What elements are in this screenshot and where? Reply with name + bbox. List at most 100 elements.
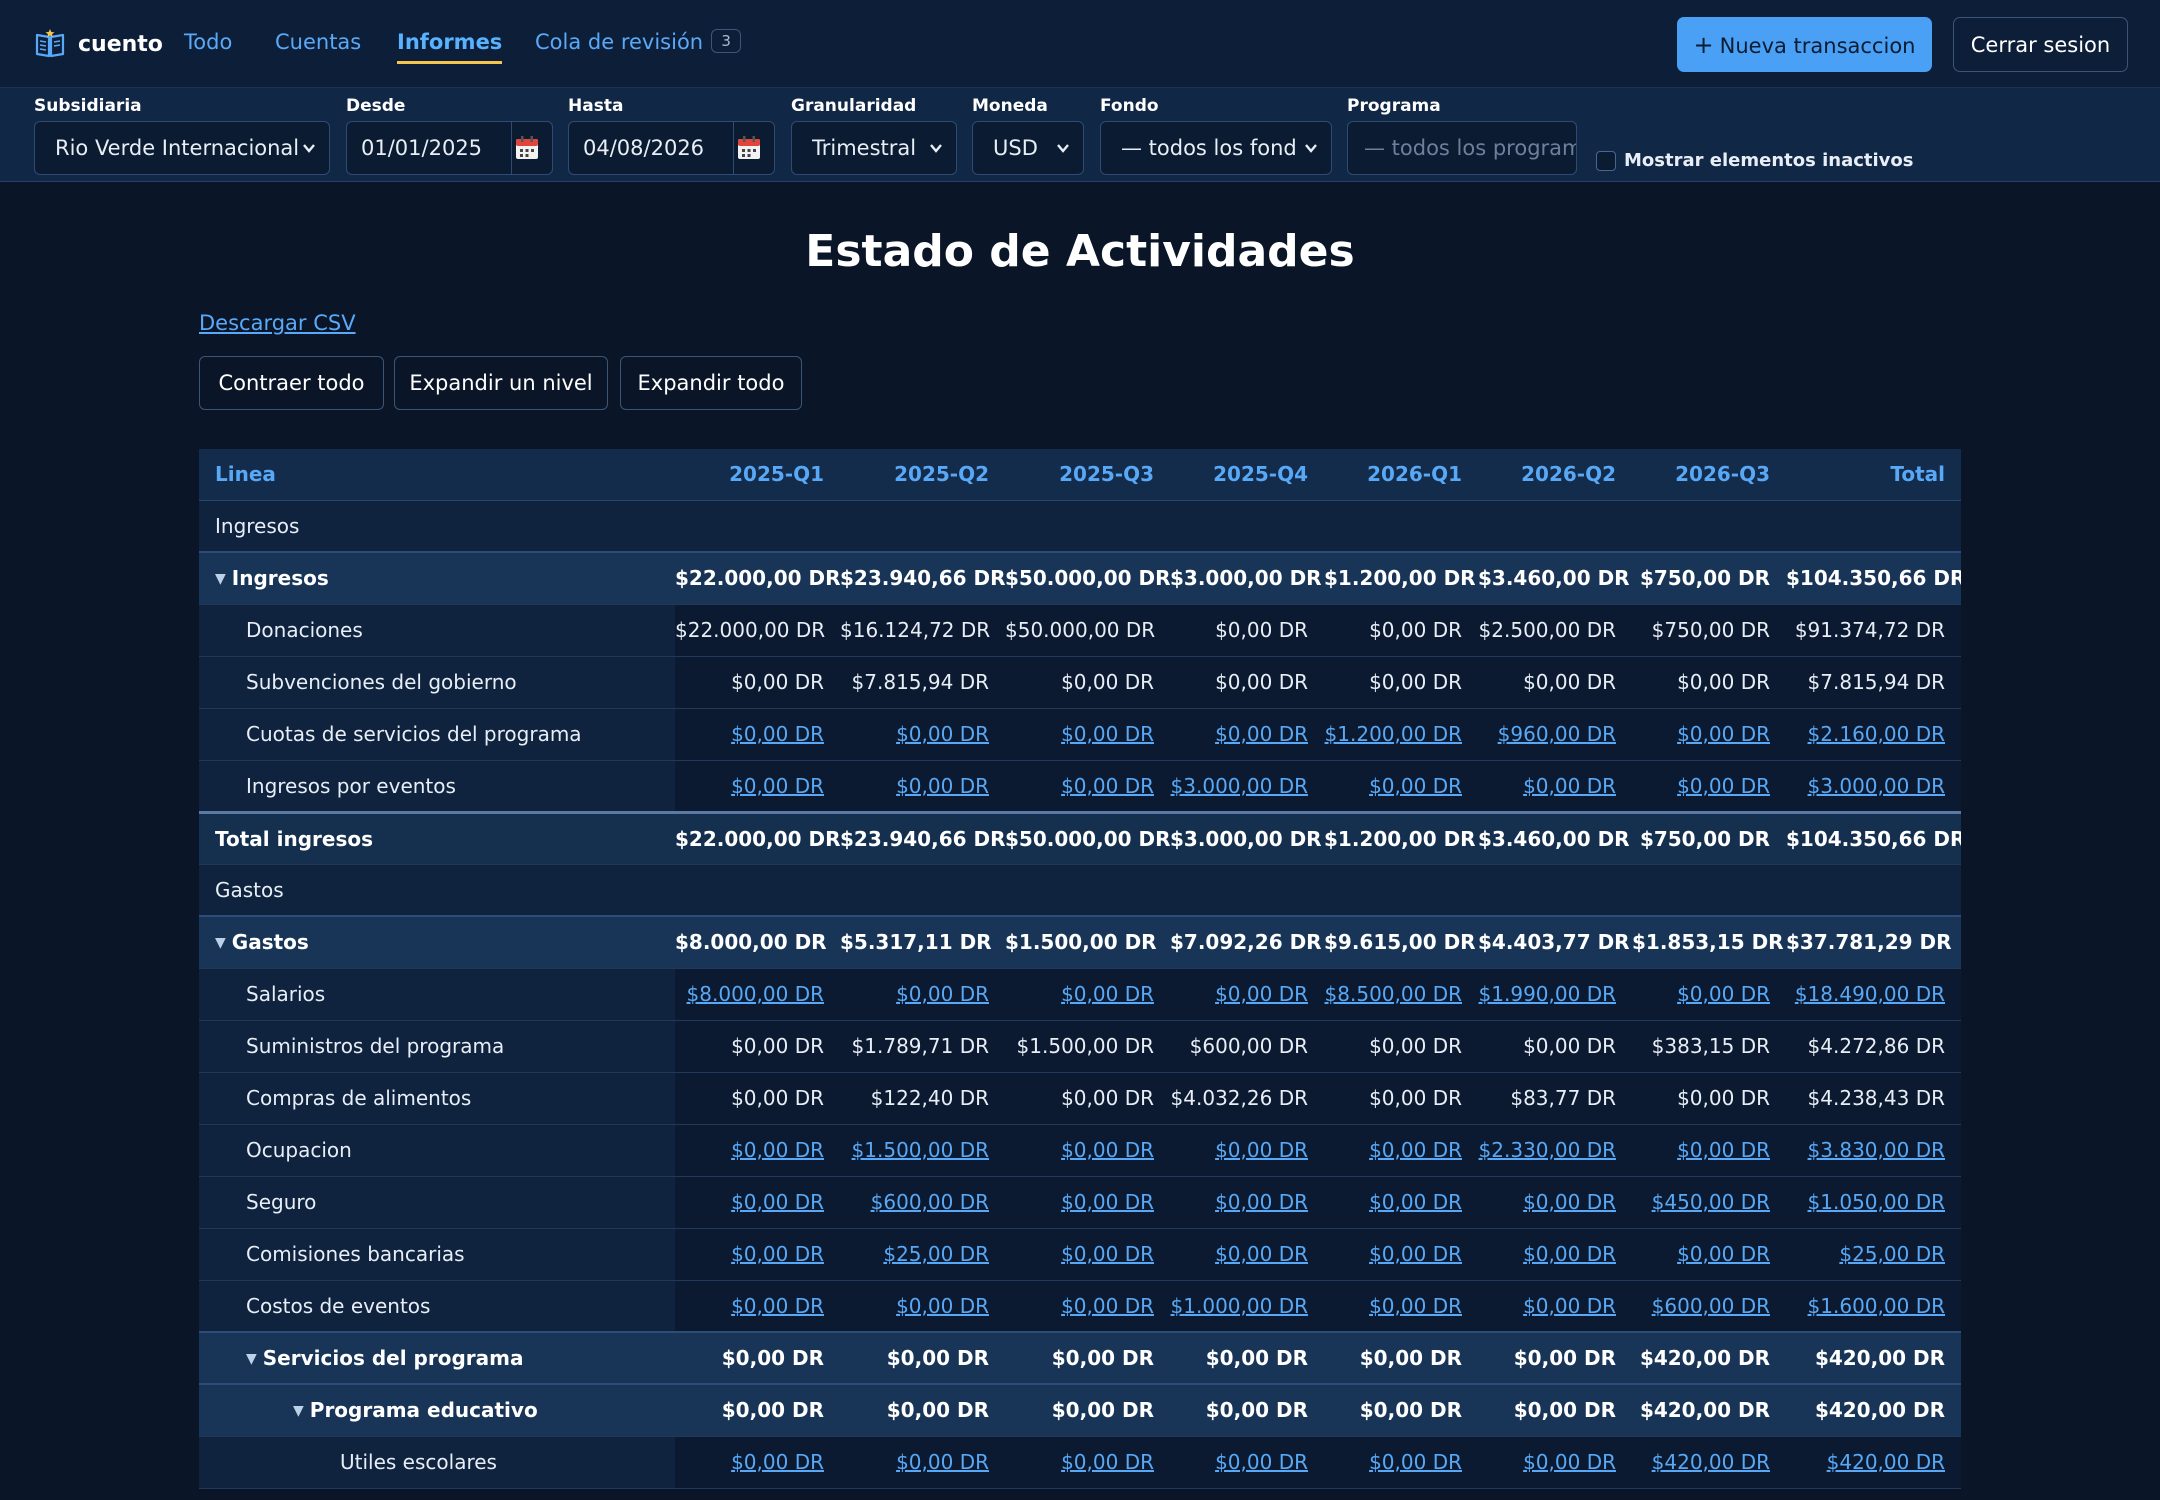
amount-cell[interactable]: $25,00 DR bbox=[840, 1228, 1005, 1281]
amount-cell[interactable]: $0,00 DR bbox=[1005, 1436, 1170, 1489]
amount-cell[interactable]: $0,00 DR bbox=[840, 968, 1005, 1021]
amount-cell[interactable]: $1.050,00 DR bbox=[1786, 1176, 1961, 1229]
row-label[interactable]: ▼ Ingresos bbox=[199, 552, 675, 605]
amount-link[interactable]: $0,00 DR bbox=[1677, 1242, 1770, 1266]
amount-cell[interactable]: $0,00 DR bbox=[840, 1436, 1005, 1489]
amount-cell[interactable]: $0,00 DR bbox=[675, 1124, 840, 1177]
amount-link[interactable]: $0,00 DR bbox=[1061, 1294, 1154, 1318]
amount-link[interactable]: $0,00 DR bbox=[1061, 1190, 1154, 1214]
brand[interactable]: cuento bbox=[34, 26, 163, 62]
amount-link[interactable]: $0,00 DR bbox=[1677, 722, 1770, 746]
amount-cell[interactable]: $8.500,00 DR bbox=[1324, 968, 1478, 1021]
collapse-all-button[interactable]: Contraer todo bbox=[199, 356, 384, 410]
amount-link[interactable]: $0,00 DR bbox=[1369, 774, 1462, 798]
row-label[interactable]: ▼ Gastos bbox=[199, 916, 675, 969]
group-row[interactable]: ▼ Ingresos $22.000,00 DR $23.940,66 DR $50.0… bbox=[199, 552, 1961, 605]
amount-cell[interactable]: $0,00 DR bbox=[1632, 1228, 1786, 1281]
amount-cell[interactable]: $0,00 DR bbox=[1170, 1176, 1324, 1229]
amount-cell[interactable]: $0,00 DR bbox=[1005, 708, 1170, 761]
amount-cell[interactable]: $0,00 DR bbox=[1324, 760, 1478, 813]
amount-link[interactable]: $420,00 DR bbox=[1827, 1450, 1945, 1474]
amount-cell[interactable]: $0,00 DR bbox=[1324, 1280, 1478, 1333]
amount-cell[interactable]: $600,00 DR bbox=[840, 1176, 1005, 1229]
amount-link[interactable]: $0,00 DR bbox=[1523, 1450, 1616, 1474]
amount-cell[interactable]: $0,00 DR bbox=[1478, 1280, 1632, 1333]
amount-cell[interactable]: $0,00 DR bbox=[1005, 968, 1170, 1021]
subsidiaria-select[interactable]: Rio Verde Internacional bbox=[34, 121, 330, 175]
group-row[interactable]: ▼ Gastos $8.000,00 DR $5.317,11 DR $1.500,00… bbox=[199, 916, 1961, 969]
amount-link[interactable]: $1.990,00 DR bbox=[1479, 982, 1616, 1006]
amount-link[interactable]: $0,00 DR bbox=[1061, 774, 1154, 798]
caret-down-icon[interactable]: ▼ bbox=[246, 1351, 257, 1367]
amount-cell[interactable]: $0,00 DR bbox=[1005, 1228, 1170, 1281]
amount-cell[interactable]: $0,00 DR bbox=[1324, 1176, 1478, 1229]
amount-link[interactable]: $1.500,00 DR bbox=[852, 1138, 989, 1162]
amount-link[interactable]: $0,00 DR bbox=[1523, 1294, 1616, 1318]
amount-cell[interactable]: $420,00 DR bbox=[1632, 1436, 1786, 1489]
amount-cell[interactable]: $0,00 DR bbox=[675, 1228, 840, 1281]
amount-link[interactable]: $0,00 DR bbox=[731, 1138, 824, 1162]
amount-link[interactable]: $25,00 DR bbox=[1839, 1242, 1945, 1266]
amount-link[interactable]: $0,00 DR bbox=[1061, 1450, 1154, 1474]
amount-link[interactable]: $0,00 DR bbox=[1061, 1138, 1154, 1162]
group-row[interactable]: ▼ Programa educativo $0,00 DR $0,00 DR $0,00… bbox=[199, 1384, 1961, 1437]
amount-cell[interactable]: $2.160,00 DR bbox=[1786, 708, 1961, 761]
caret-down-icon[interactable]: ▼ bbox=[215, 571, 226, 587]
amount-cell[interactable]: $0,00 DR bbox=[840, 708, 1005, 761]
amount-link[interactable]: $0,00 DR bbox=[1677, 982, 1770, 1006]
amount-cell[interactable]: $0,00 DR bbox=[1632, 1124, 1786, 1177]
granularidad-select[interactable]: Trimestral bbox=[791, 121, 957, 175]
amount-cell[interactable]: $3.000,00 DR bbox=[1170, 760, 1324, 813]
amount-cell[interactable]: $0,00 DR bbox=[1632, 708, 1786, 761]
amount-cell[interactable]: $2.330,00 DR bbox=[1478, 1124, 1632, 1177]
row-label[interactable]: ▼ Servicios del programa bbox=[199, 1332, 675, 1385]
group-row[interactable]: ▼ Servicios del programa $0,00 DR $0,00 DR $… bbox=[199, 1332, 1961, 1385]
amount-link[interactable]: $0,00 DR bbox=[896, 982, 989, 1006]
calendar-icon[interactable] bbox=[734, 133, 764, 163]
amount-link[interactable]: $0,00 DR bbox=[896, 1294, 989, 1318]
programa-input[interactable]: — todos los program bbox=[1347, 121, 1577, 175]
amount-cell[interactable]: $0,00 DR bbox=[675, 760, 840, 813]
amount-cell[interactable]: $0,00 DR bbox=[675, 708, 840, 761]
amount-link[interactable]: $2.330,00 DR bbox=[1479, 1138, 1616, 1162]
amount-cell[interactable]: $0,00 DR bbox=[1005, 1280, 1170, 1333]
amount-cell[interactable]: $0,00 DR bbox=[1632, 968, 1786, 1021]
amount-link[interactable]: $0,00 DR bbox=[1677, 1138, 1770, 1162]
amount-link[interactable]: $0,00 DR bbox=[1523, 1190, 1616, 1214]
amount-cell[interactable]: $0,00 DR bbox=[1005, 760, 1170, 813]
show-inactive-checkbox[interactable] bbox=[1596, 150, 1616, 171]
amount-link[interactable]: $450,00 DR bbox=[1652, 1190, 1770, 1214]
amount-link[interactable]: $0,00 DR bbox=[1215, 1450, 1308, 1474]
amount-cell[interactable]: $450,00 DR bbox=[1632, 1176, 1786, 1229]
amount-cell[interactable]: $0,00 DR bbox=[840, 1280, 1005, 1333]
amount-link[interactable]: $0,00 DR bbox=[896, 722, 989, 746]
amount-link[interactable]: $0,00 DR bbox=[1061, 722, 1154, 746]
amount-link[interactable]: $3.000,00 DR bbox=[1808, 774, 1945, 798]
amount-link[interactable]: $3.000,00 DR bbox=[1171, 774, 1308, 798]
amount-link[interactable]: $8.000,00 DR bbox=[687, 982, 824, 1006]
expand-all-button[interactable]: Expandir todo bbox=[620, 356, 802, 410]
nav-informes[interactable]: Informes bbox=[397, 26, 503, 64]
amount-cell[interactable]: $0,00 DR bbox=[1478, 1436, 1632, 1489]
moneda-select[interactable]: USD bbox=[972, 121, 1084, 175]
amount-link[interactable]: $0,00 DR bbox=[731, 774, 824, 798]
amount-link[interactable]: $0,00 DR bbox=[1061, 982, 1154, 1006]
amount-cell[interactable]: $960,00 DR bbox=[1478, 708, 1632, 761]
caret-down-icon[interactable]: ▼ bbox=[215, 935, 226, 951]
amount-link[interactable]: $0,00 DR bbox=[896, 774, 989, 798]
amount-link[interactable]: $1.600,00 DR bbox=[1808, 1294, 1945, 1318]
amount-cell[interactable]: $0,00 DR bbox=[1170, 1228, 1324, 1281]
amount-cell[interactable]: $0,00 DR bbox=[1324, 1124, 1478, 1177]
amount-cell[interactable]: $0,00 DR bbox=[675, 1280, 840, 1333]
fondo-select[interactable]: — todos los fond bbox=[1100, 121, 1332, 175]
amount-link[interactable]: $0,00 DR bbox=[1369, 1294, 1462, 1318]
amount-link[interactable]: $0,00 DR bbox=[1369, 1450, 1462, 1474]
amount-cell[interactable]: $25,00 DR bbox=[1786, 1228, 1961, 1281]
amount-link[interactable]: $0,00 DR bbox=[1369, 1242, 1462, 1266]
amount-link[interactable]: $0,00 DR bbox=[1369, 1190, 1462, 1214]
amount-link[interactable]: $0,00 DR bbox=[1523, 774, 1616, 798]
amount-cell[interactable]: $0,00 DR bbox=[1170, 708, 1324, 761]
new-transaction-button[interactable]: + Nueva transaccion bbox=[1677, 17, 1932, 72]
amount-link[interactable]: $1.000,00 DR bbox=[1171, 1294, 1308, 1318]
amount-link[interactable]: $1.050,00 DR bbox=[1808, 1190, 1945, 1214]
